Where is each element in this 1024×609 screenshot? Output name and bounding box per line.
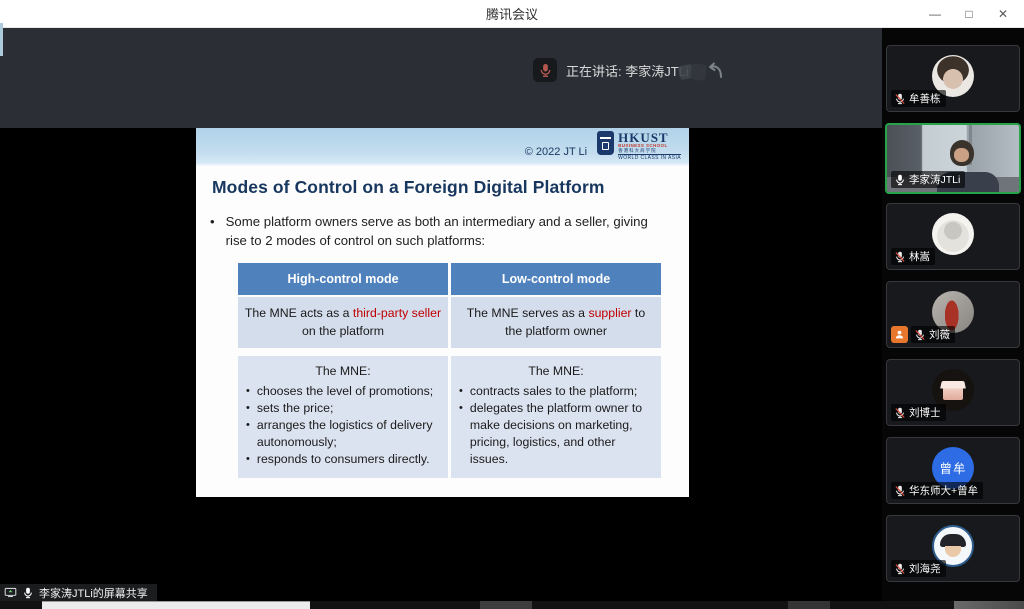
participant-tile[interactable]: 刘博士 [886, 359, 1020, 426]
screen-share-view: 正在讲话: 李家涛JTLi © 2022 JT Li HKUST BUSINES… [0, 28, 882, 609]
slide-bullet: • Some platform owners serve as both an … [210, 213, 663, 250]
table-header-high: High-control mode [238, 263, 448, 295]
participant-tile[interactable]: 牟善栋 [886, 45, 1020, 112]
screen-share-chip-text: 李家涛JTLi的屏幕共享 [39, 585, 148, 601]
cell-low-definition: The MNE serves as a supplier to the plat… [451, 297, 661, 348]
control-modes-table: High-control mode Low-control mode The M… [238, 263, 661, 477]
table-row-definition: The MNE acts as a third-party seller on … [238, 297, 661, 348]
taskbar-tray[interactable] [954, 601, 1024, 609]
logo-tagline: WORLD CLASS IN ASIA [618, 154, 681, 161]
participant-tile[interactable]: 曾牟 华东师大+曾牟 [886, 437, 1020, 504]
share-top-band [0, 28, 882, 128]
slide-header-band: © 2022 JT Li HKUST BUSINESS SCHOOL 香港科大商… [196, 128, 689, 166]
cell-high-definition: The MNE acts as a third-party seller on … [238, 297, 448, 348]
muted-mic-icon [894, 407, 906, 419]
meeting-main: 正在讲话: 李家涛JTLi © 2022 JT Li HKUST BUSINES… [0, 28, 1024, 609]
window-controls: — □ ✕ [918, 0, 1020, 27]
maximize-button[interactable]: □ [952, 0, 986, 27]
logo-cn-text: 香港科大商学院 [618, 149, 681, 154]
table-header-row: High-control mode Low-control mode [238, 263, 661, 295]
left-edge-accent [0, 23, 3, 56]
mic-icon [22, 587, 34, 599]
taskbar [0, 601, 1024, 609]
table-header-low: Low-control mode [451, 263, 661, 295]
hkust-logo: HKUST BUSINESS SCHOOL 香港科大商学院 WORLD CLAS… [597, 131, 681, 161]
presentation-slide: © 2022 JT Li HKUST BUSINESS SCHOOL 香港科大商… [196, 128, 689, 497]
slide-bullet-text: Some platform owners serve as both an in… [226, 213, 663, 250]
window-title: 腾讯会议 [486, 4, 538, 23]
taskbar-item[interactable] [480, 601, 532, 609]
screen-share-chip: 李家涛JTLi的屏幕共享 [0, 584, 157, 601]
participant-name-label: 华东师大+曾牟 [891, 482, 983, 499]
active-mic-icon [894, 174, 906, 186]
muted-mic-icon [894, 251, 906, 263]
speaking-indicator-text: 正在讲话: 李家涛JTLi [566, 61, 689, 80]
active-mic-icon [538, 63, 553, 78]
participant-tile[interactable]: 林嵩 [886, 203, 1020, 270]
participant-tile[interactable]: 刘海尧 [886, 515, 1020, 582]
muted-mic-icon [914, 329, 926, 341]
participant-name-label: 刘薇 [911, 326, 955, 343]
slide-title: Modes of Control on a Foreign Digital Pl… [212, 177, 689, 198]
participant-tile[interactable]: 刘薇 [886, 281, 1020, 348]
muted-mic-icon [894, 563, 906, 575]
table-row-details: The MNE: •chooses the level of promotion… [238, 356, 661, 477]
muted-mic-icon [894, 485, 906, 497]
cell-low-details: The MNE: •contracts sales to the platfor… [451, 356, 661, 477]
participant-avatar [932, 213, 974, 255]
cell-high-details: The MNE: •chooses the level of promotion… [238, 356, 448, 477]
slide-copyright: © 2022 JT Li [525, 146, 587, 161]
minimize-button[interactable]: — [918, 0, 952, 27]
taskbar-item[interactable] [788, 601, 830, 609]
participant-tile-active-speaker[interactable]: 李家涛JTLi [885, 123, 1021, 194]
participant-name-label: 林嵩 [891, 248, 935, 265]
taskbar-window-item[interactable] [42, 601, 310, 609]
speaking-mic-chip [533, 58, 557, 82]
hkust-emblem-icon [597, 131, 614, 155]
window-titlebar: 腾讯会议 — □ ✕ [0, 0, 1024, 28]
muted-mic-icon [894, 93, 906, 105]
close-button[interactable]: ✕ [986, 0, 1020, 27]
participants-sidebar: 牟善栋 李家涛JTLi 林嵩 [882, 28, 1024, 609]
red-emphasis: supplier [588, 306, 631, 320]
participant-name-label: 李家涛JTLi [891, 171, 965, 188]
host-badge-icon [891, 326, 908, 343]
speaking-indicator: 正在讲话: 李家涛JTLi [533, 58, 689, 82]
participant-name-label: 刘博士 [891, 404, 946, 421]
reaction-icons [676, 59, 726, 85]
participant-name-label: 牟善栋 [891, 90, 946, 107]
monitor-icon [4, 586, 17, 599]
avatar-initials: 曾牟 [939, 458, 966, 477]
red-emphasis: third-party seller [353, 306, 441, 320]
participant-name-label: 刘海尧 [891, 560, 946, 577]
